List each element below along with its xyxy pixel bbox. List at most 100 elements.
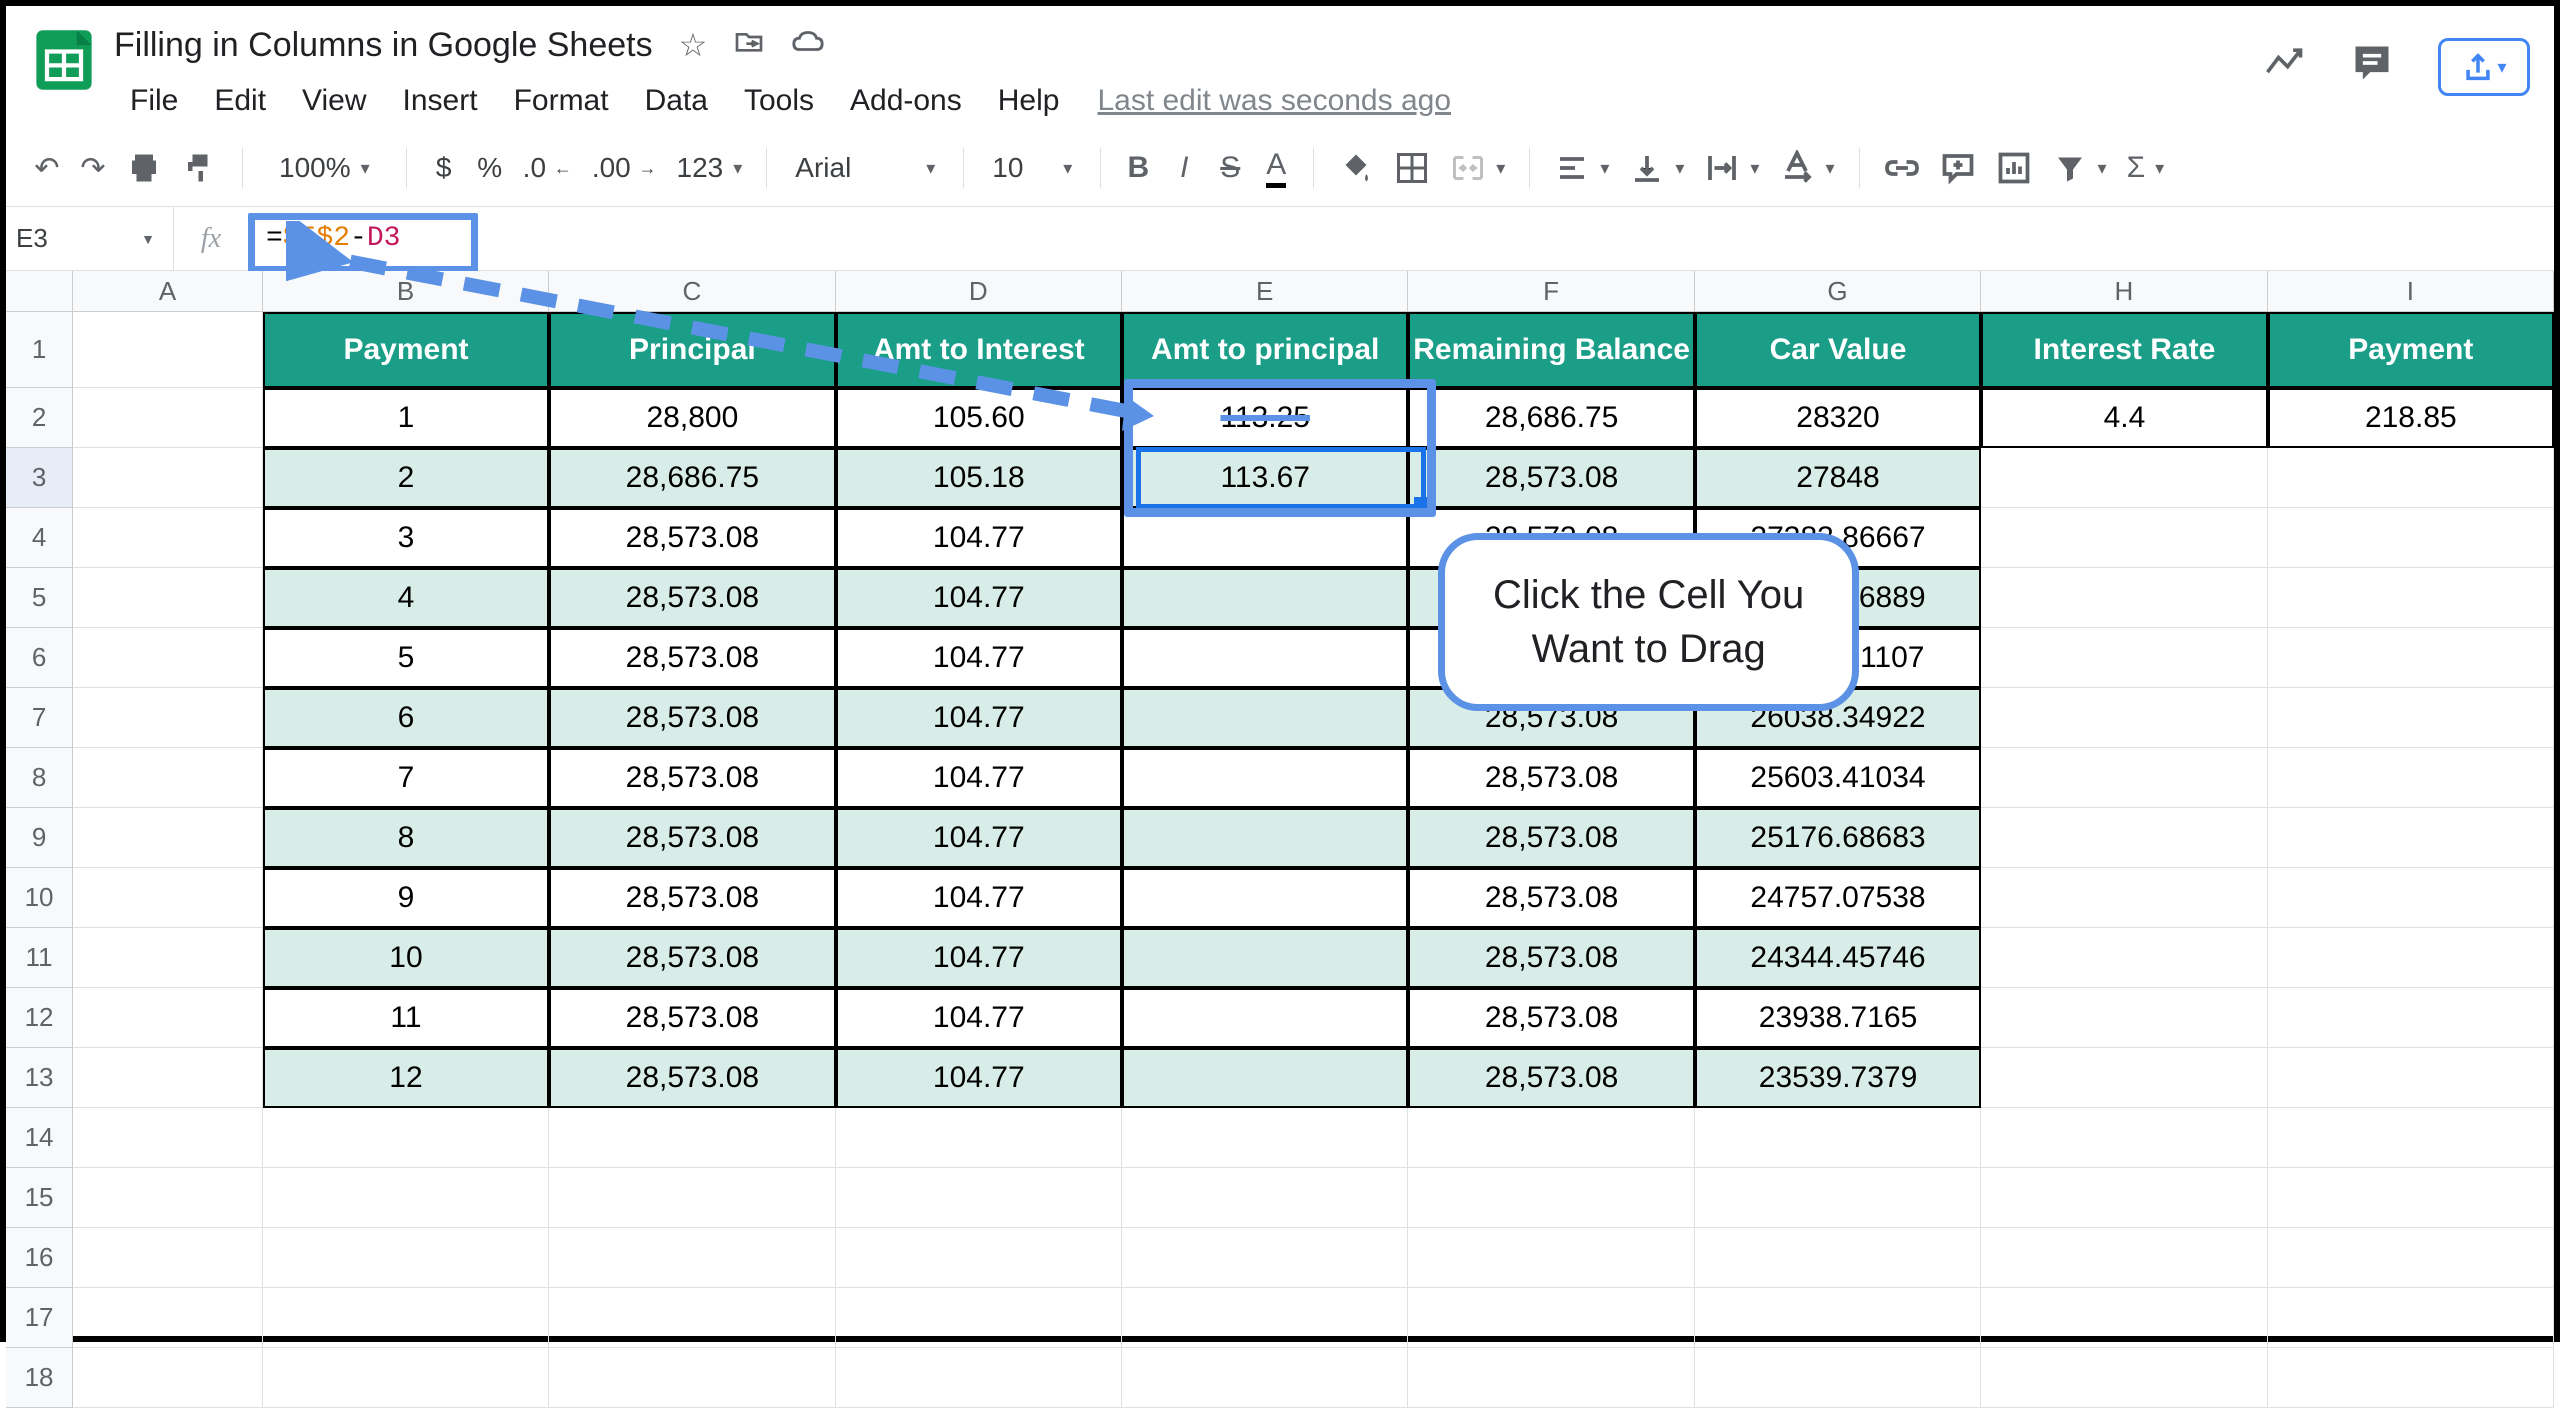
cell-I8[interactable] — [2268, 748, 2554, 808]
cell-C11[interactable]: 28,573.08 — [549, 928, 835, 988]
cell-C12[interactable]: 28,573.08 — [549, 988, 835, 1048]
cell-E17[interactable] — [1122, 1288, 1408, 1348]
cell-C10[interactable]: 28,573.08 — [549, 868, 835, 928]
cell-B9[interactable]: 8 — [263, 808, 549, 868]
column-header-C[interactable]: C — [549, 271, 835, 311]
cell-D3[interactable]: 105.18 — [836, 448, 1122, 508]
cell-H18[interactable] — [1981, 1348, 2267, 1408]
cell-A16[interactable] — [73, 1228, 263, 1288]
cell-B5[interactable]: 4 — [263, 568, 549, 628]
cell-B15[interactable] — [263, 1168, 549, 1228]
cell-D14[interactable] — [836, 1108, 1122, 1168]
cell-C1[interactable]: Principal — [549, 312, 835, 388]
cell-E8[interactable] — [1122, 748, 1408, 808]
cell-F12[interactable]: 28,573.08 — [1408, 988, 1694, 1048]
column-header-H[interactable]: H — [1981, 271, 2267, 311]
cell-B18[interactable] — [263, 1348, 549, 1408]
cell-I5[interactable] — [2268, 568, 2554, 628]
cell-E1[interactable]: Amt to principal — [1122, 312, 1408, 388]
cell-A15[interactable] — [73, 1168, 263, 1228]
text-color-icon[interactable]: A — [1257, 144, 1295, 192]
cell-D4[interactable]: 104.77 — [836, 508, 1122, 568]
more-formats-icon[interactable]: 123 — [671, 144, 749, 192]
cell-E15[interactable] — [1122, 1168, 1408, 1228]
cell-F14[interactable] — [1408, 1108, 1694, 1168]
cell-G1[interactable]: Car Value — [1695, 312, 1981, 388]
text-rotation-icon[interactable] — [1773, 144, 1840, 192]
comments-icon[interactable] — [2350, 41, 2394, 94]
cell-A10[interactable] — [73, 868, 263, 928]
increase-decimal-icon[interactable]: .00 → — [586, 144, 663, 192]
cell-G8[interactable]: 25603.41034 — [1695, 748, 1981, 808]
cell-C4[interactable]: 28,573.08 — [549, 508, 835, 568]
cell-D15[interactable] — [836, 1168, 1122, 1228]
cell-I9[interactable] — [2268, 808, 2554, 868]
percent-icon[interactable]: % — [471, 144, 509, 192]
cell-H15[interactable] — [1981, 1168, 2267, 1228]
v-align-icon[interactable] — [1623, 144, 1690, 192]
cell-I3[interactable] — [2268, 448, 2554, 508]
cell-I17[interactable] — [2268, 1288, 2554, 1348]
cell-G16[interactable] — [1695, 1228, 1981, 1288]
cell-D10[interactable]: 104.77 — [836, 868, 1122, 928]
cell-F8[interactable]: 28,573.08 — [1408, 748, 1694, 808]
cell-H14[interactable] — [1981, 1108, 2267, 1168]
cell-C17[interactable] — [549, 1288, 835, 1348]
cell-E16[interactable] — [1122, 1228, 1408, 1288]
cell-H6[interactable] — [1981, 628, 2267, 688]
column-header-F[interactable]: F — [1408, 271, 1694, 311]
cell-G11[interactable]: 24344.45746 — [1695, 928, 1981, 988]
cell-C14[interactable] — [549, 1108, 835, 1168]
cell-C15[interactable] — [549, 1168, 835, 1228]
italic-icon[interactable]: I — [1165, 144, 1203, 192]
cell-H11[interactable] — [1981, 928, 2267, 988]
cell-I15[interactable] — [2268, 1168, 2554, 1228]
cell-H13[interactable] — [1981, 1048, 2267, 1108]
spreadsheet-grid[interactable]: ABCDEFGHI 1PaymentPrincipalAmt to Intere… — [6, 271, 2554, 1408]
cell-H10[interactable] — [1981, 868, 2267, 928]
cell-H8[interactable] — [1981, 748, 2267, 808]
row-header-9[interactable]: 9 — [6, 808, 73, 868]
cell-H17[interactable] — [1981, 1288, 2267, 1348]
cell-G15[interactable] — [1695, 1168, 1981, 1228]
cell-B3[interactable]: 2 — [263, 448, 549, 508]
cell-E5[interactable] — [1122, 568, 1408, 628]
undo-icon[interactable]: ↶ — [28, 144, 66, 192]
cell-B1[interactable]: Payment — [263, 312, 549, 388]
activity-icon[interactable] — [2262, 41, 2306, 94]
cell-D18[interactable] — [836, 1348, 1122, 1408]
redo-icon[interactable]: ↷ — [74, 144, 112, 192]
cell-G18[interactable] — [1695, 1348, 1981, 1408]
cell-I1[interactable]: Payment — [2268, 312, 2554, 388]
cell-A5[interactable] — [73, 568, 263, 628]
name-box[interactable]: E3 ▼ — [6, 207, 174, 270]
cell-I7[interactable] — [2268, 688, 2554, 748]
cell-D7[interactable]: 104.77 — [836, 688, 1122, 748]
menu-edit[interactable]: Edit — [198, 80, 282, 122]
cell-H5[interactable] — [1981, 568, 2267, 628]
strikethrough-icon[interactable]: S — [1211, 144, 1249, 192]
currency-icon[interactable]: $ — [425, 144, 463, 192]
cell-G9[interactable]: 25176.68683 — [1695, 808, 1981, 868]
cell-D17[interactable] — [836, 1288, 1122, 1348]
row-header-14[interactable]: 14 — [6, 1108, 73, 1168]
menu-format[interactable]: Format — [498, 80, 625, 122]
menu-tools[interactable]: Tools — [728, 80, 830, 122]
cell-F2[interactable]: 28,686.75 — [1408, 388, 1694, 448]
menu-view[interactable]: View — [286, 80, 382, 122]
text-wrap-icon[interactable] — [1698, 144, 1765, 192]
fill-color-icon[interactable] — [1332, 144, 1380, 192]
cell-E9[interactable] — [1122, 808, 1408, 868]
row-header-1[interactable]: 1 — [6, 312, 73, 388]
row-header-16[interactable]: 16 — [6, 1228, 73, 1288]
cell-A4[interactable] — [73, 508, 263, 568]
cloud-icon[interactable] — [791, 24, 825, 66]
row-header-13[interactable]: 13 — [6, 1048, 73, 1108]
row-header-18[interactable]: 18 — [6, 1348, 73, 1408]
borders-icon[interactable] — [1388, 144, 1436, 192]
cell-D1[interactable]: Amt to Interest — [836, 312, 1122, 388]
row-header-3[interactable]: 3 — [6, 448, 73, 508]
cell-H2[interactable]: 4.4 — [1981, 388, 2267, 448]
cell-D13[interactable]: 104.77 — [836, 1048, 1122, 1108]
cell-F18[interactable] — [1408, 1348, 1694, 1408]
